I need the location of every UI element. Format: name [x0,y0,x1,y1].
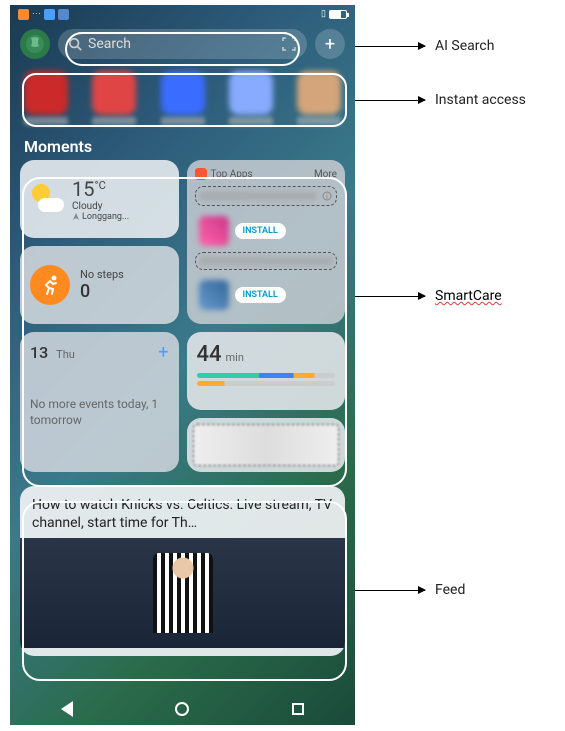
svg-text:i: i [326,193,328,201]
status-app1-icon [44,9,55,20]
map-preview [193,424,340,466]
running-icon [30,265,70,305]
top-app-thumb-2[interactable] [199,280,229,310]
annotation-ai-search: AI Search [355,38,494,54]
top-apps-more[interactable]: More [314,169,337,180]
scan-icon[interactable] [281,36,297,52]
battery-icon [329,10,347,19]
info-icon[interactable]: i [322,191,332,201]
top-apps-title: Top Apps [211,169,253,180]
annotation-label-instant: Instant access [435,92,526,108]
steps-card[interactable]: No steps 0 [20,246,179,324]
screen-time-bar-2 [197,381,336,386]
phone-screen: ⋯ ▯ Search + Moments [10,5,355,725]
vibrate-icon: ▯ [321,9,326,19]
search-input[interactable]: Search [58,29,307,59]
install-button-1[interactable]: INSTALL [235,223,286,239]
calendar-day: Thu [56,348,75,361]
steps-label: No steps [80,268,124,281]
steps-count: 0 [80,281,124,302]
search-row: Search + [10,23,355,65]
instant-access-row [10,65,355,117]
smartcare-grid: 15 °C Cloudy Longgang... Top Apps More [10,160,355,472]
search-placeholder: Search [88,36,131,52]
instant-app-5[interactable] [297,71,341,115]
instant-labels [10,117,355,131]
screen-time-bar-1 [197,373,336,378]
user-avatar[interactable] [20,29,50,59]
weather-icon [30,182,64,216]
nav-recent-icon[interactable] [292,703,304,715]
top-app-row-2 [195,252,338,270]
status-bar: ⋯ ▯ [10,5,355,23]
annotation-feed: Feed [355,582,465,598]
calendar-add-button[interactable]: + [158,342,168,363]
install-button-2[interactable]: INSTALL [235,287,286,303]
search-icon [68,37,82,51]
feed-image [20,538,345,648]
weather-location: Longgang... [82,212,129,222]
instant-app-4[interactable] [229,71,273,115]
feed-headline: How to watch Knicks vs. Celtics: Live st… [20,486,345,538]
annotation-label-ai-search: AI Search [435,38,494,54]
instant-app-2[interactable] [92,71,136,115]
weather-condition: Cloudy [72,201,129,212]
annotation-label-smartcare: SmartCare [435,288,502,304]
weather-unit: °C [94,179,105,192]
annotation-smartcare: SmartCare [355,288,502,304]
status-notif-icon [18,9,29,20]
annotation-instant-access: Instant access [355,92,526,108]
top-apps-icon [195,168,207,180]
screen-time-unit: min [226,351,244,364]
nav-home-icon[interactable] [175,702,189,716]
feed-card[interactable]: How to watch Knicks vs. Celtics: Live st… [20,486,345,656]
navigation-bar [10,693,355,725]
calendar-card[interactable]: 13 Thu + No more events today, 1 tomorro… [20,332,179,472]
top-app-thumb-1[interactable] [199,216,229,246]
map-card[interactable] [187,418,346,472]
weather-temp: 15 [72,177,94,201]
screen-time-card[interactable]: 44 min [187,332,346,410]
referee-figure [153,553,213,633]
top-app-row-1: i [195,186,338,206]
status-app2-icon [58,9,69,20]
top-apps-card[interactable]: Top Apps More i INSTALL INSTALL [187,160,346,324]
instant-app-3[interactable] [161,71,205,115]
add-button[interactable]: + [315,29,345,59]
location-icon [72,213,80,221]
instant-app-1[interactable] [24,71,68,115]
screen-time-value: 44 [197,342,222,367]
nav-back-icon[interactable] [61,701,73,717]
annotation-label-feed: Feed [435,582,465,598]
weather-card[interactable]: 15 °C Cloudy Longgang... [20,160,179,238]
calendar-date: 13 [30,343,48,362]
calendar-body: No more events today, 1 tomorrow [30,363,169,462]
moments-title: Moments [10,131,355,160]
status-dots-icon: ⋯ [32,9,41,19]
